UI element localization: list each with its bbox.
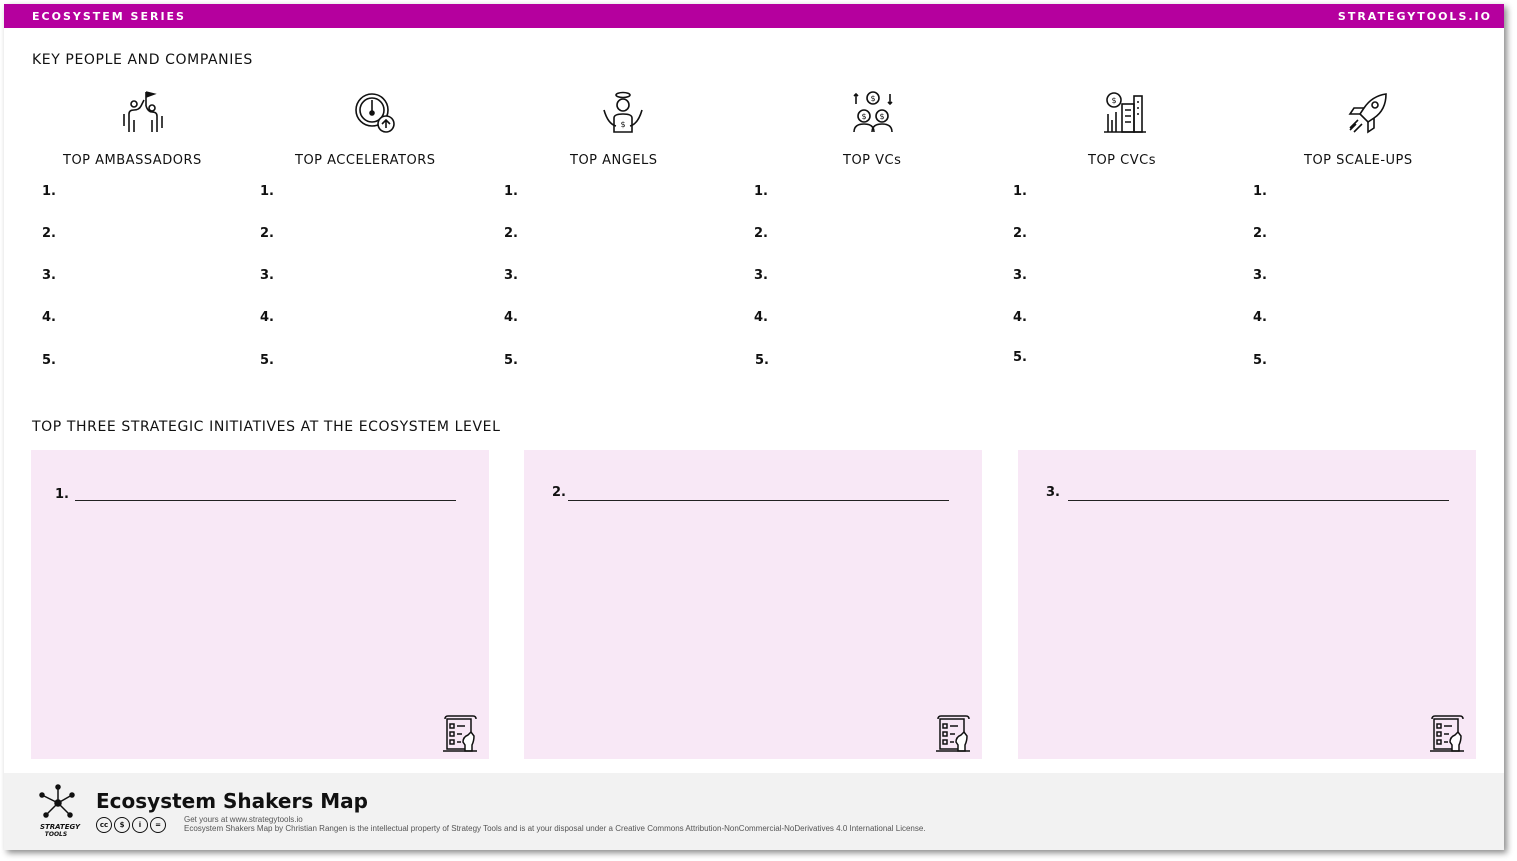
vcs-number-4: 4. [754,310,768,325]
column-accelerators-title: TOP ACCELERATORS [295,153,436,168]
initiative-box-3[interactable]: 3. [1018,450,1476,759]
angels-number-2: 2. [504,226,518,241]
accelerators-number-1: 1. [260,184,274,199]
ambassadors-number-3: 3. [42,268,56,283]
cc-icon: cc [96,817,112,833]
svg-text:$: $ [620,120,625,129]
license-text: Ecosystem Shakers Map by Christian Range… [184,824,926,833]
strategy-tools-logo: STRATEGY TOOLS [34,783,86,839]
vcs-number-2: 2. [754,226,768,241]
scaleups-number-1: 1. [1253,184,1267,199]
ambassadors-number-5: 5. [42,353,56,368]
series-label: ECOSYSTEM SERIES [32,9,186,23]
scaleups-number-3: 3. [1253,268,1267,283]
svg-text:$: $ [870,94,875,103]
angels-number-3: 3. [504,268,518,283]
initiative-line-2[interactable] [568,500,949,501]
accelerators-number-2: 2. [260,226,274,241]
site-label: STRATEGYTOOLS.IO [1337,9,1492,23]
ambassadors-flag-icon [120,90,166,136]
svg-text:$: $ [861,112,866,121]
initiative-line-3[interactable] [1068,500,1449,501]
initiative-number-1: 1. [55,487,69,502]
footer-title: Ecosystem Shakers Map [96,789,368,813]
cvcs-number-5: 5. [1013,350,1027,365]
cvcs-number-2: 2. [1013,226,1027,241]
accelerator-gauge-icon [352,90,398,136]
initiative-box-1[interactable]: 1. [31,450,489,759]
initiative-number-2: 2. [552,485,566,500]
accelerators-number-4: 4. [260,310,274,325]
rocket-icon [1346,90,1392,136]
logo-text-tools: TOOLS [45,831,67,838]
strategy-plan-chess-icon [934,715,972,753]
accelerators-number-3: 3. [260,268,274,283]
vcs-number-1: 1. [754,184,768,199]
angel-investor-icon: $ [600,90,646,136]
top-banner: ECOSYSTEM SERIES STRATEGYTOOLS.IO [4,4,1504,28]
scaleups-number-5: 5. [1253,353,1267,368]
vcs-number-3: 3. [754,268,768,283]
angels-number-4: 4. [504,310,518,325]
noncommercial-icon: $ [114,817,130,833]
footer: STRATEGY TOOLS Ecosystem Shakers Map cc … [4,773,1504,850]
creative-commons-icons: cc $ i = [96,817,166,833]
cvcs-number-1: 1. [1013,184,1027,199]
strategy-plan-chess-icon [1428,715,1466,753]
vcs-number-5: 5. [755,353,769,368]
ambassadors-number-4: 4. [42,310,56,325]
angels-number-5: 5. [504,353,518,368]
svg-text:$: $ [1111,96,1116,105]
accelerators-number-5: 5. [260,353,274,368]
venture-capital-icon: $ $ $ [850,90,896,136]
initiative-box-2[interactable]: 2. [524,450,982,759]
strategy-plan-chess-icon [441,715,479,753]
column-vcs-title: TOP VCs [843,153,902,168]
logo-text-strategy: STRATEGY [40,823,81,831]
scaleups-number-2: 2. [1253,226,1267,241]
initiatives-title: TOP THREE STRATEGIC INITIATIVES AT THE E… [32,419,501,435]
corporate-building-icon: $ [1102,90,1148,136]
attribution-icon: i [132,817,148,833]
column-cvcs-title: TOP CVCs [1088,153,1156,168]
cvcs-number-4: 4. [1013,310,1027,325]
angels-number-1: 1. [504,184,518,199]
column-scaleups-title: TOP SCALE-UPS [1304,153,1413,168]
initiative-number-3: 3. [1046,485,1060,500]
initiative-line-1[interactable] [75,500,456,501]
scaleups-number-4: 4. [1253,310,1267,325]
svg-text:$: $ [879,112,884,121]
key-people-title: KEY PEOPLE AND COMPANIES [32,52,253,68]
get-yours-link[interactable]: Get yours at www.strategytools.io [184,815,303,824]
ambassadors-number-2: 2. [42,226,56,241]
column-angels-title: TOP ANGELS [570,153,658,168]
column-ambassadors-title: TOP AMBASSADORS [63,153,202,168]
canvas-sheet: ECOSYSTEM SERIES STRATEGYTOOLS.IO KEY PE… [4,4,1504,850]
ambassadors-number-1: 1. [42,184,56,199]
noderivatives-icon: = [150,817,166,833]
cvcs-number-3: 3. [1013,268,1027,283]
